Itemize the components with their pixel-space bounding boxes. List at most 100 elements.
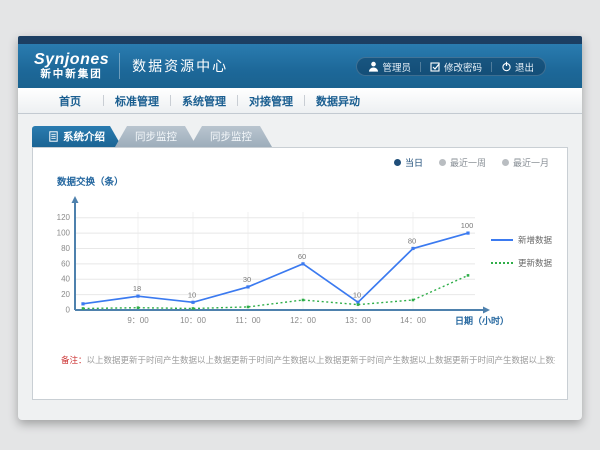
radio-last-month[interactable]: 最近一月: [502, 156, 549, 169]
tab-label: 同步监控: [135, 129, 177, 144]
data-point: [301, 262, 304, 265]
app-header: Synjones 新中新集团 数据资源中心 管理员 修改密码: [18, 44, 582, 88]
y-tick-label: 120: [57, 213, 71, 222]
tab-label: 同步监控: [210, 129, 252, 144]
data-point: [467, 274, 470, 277]
radio-label: 当日: [405, 156, 423, 169]
tab-sync-monitor-1[interactable]: 同步监控: [115, 126, 197, 147]
app-window: Synjones 新中新集团 数据资源中心 管理员 修改密码: [18, 36, 582, 420]
header-divider: [119, 53, 120, 79]
data-point: [246, 285, 249, 288]
toolbar-separator: [420, 62, 421, 72]
data-point-label: 10: [188, 290, 196, 299]
y-tick-label: 20: [61, 290, 70, 299]
main-nav: 首页 标准管理 系统管理 对接管理 数据异动: [18, 88, 582, 114]
data-point-label: 60: [298, 252, 306, 261]
data-point: [136, 295, 139, 298]
toolbar-separator: [491, 62, 492, 72]
current-user-label: 管理员: [382, 60, 411, 74]
logo-company-name: 新中新集团: [34, 69, 109, 81]
legend-item-update-data[interactable]: 更新数据: [491, 257, 563, 269]
x-axis-arrow-icon: [483, 307, 490, 314]
nav-item-interface-mgmt[interactable]: 对接管理: [245, 93, 297, 109]
tab-system-intro[interactable]: 系统介绍: [32, 126, 122, 147]
data-point: [411, 247, 414, 250]
y-tick-label: 0: [66, 306, 71, 315]
data-point-label: 80: [408, 236, 416, 245]
radio-last-week[interactable]: 最近一周: [439, 156, 486, 169]
nav-separator: [304, 95, 305, 106]
footnote-text: 以上数据更新于时间产生数据以上数据更新于时间产生数据以上数据更新于时间产生数据以…: [87, 355, 555, 365]
radio-dot-icon: [502, 159, 509, 166]
y-tick-label: 40: [61, 275, 70, 284]
y-tick-label: 60: [61, 259, 70, 268]
data-point: [137, 306, 140, 309]
data-point: [357, 303, 360, 306]
edit-icon: [430, 61, 441, 72]
document-icon: [49, 131, 58, 142]
x-tick-label: 11：00: [235, 316, 261, 325]
radio-dot-icon: [394, 159, 401, 166]
time-filter-group: 当日 最近一周 最近一月: [394, 156, 549, 169]
power-icon: [501, 61, 512, 72]
legend-label: 新增数据: [518, 234, 552, 246]
data-point: [82, 307, 85, 310]
footnote: 备注：以上数据更新于时间产生数据以上数据更新于时间产生数据以上数据更新于时间产生…: [61, 355, 555, 367]
data-point-label: 30: [243, 275, 251, 284]
radio-label: 最近一周: [450, 156, 486, 169]
content-area: 系统介绍 同步监控 同步监控 当日 最近一周: [18, 114, 582, 420]
data-point: [192, 307, 195, 310]
x-tick-label: 12：00: [290, 316, 316, 325]
tab-bar: 系统介绍 同步监控 同步监控: [32, 126, 272, 147]
y-tick-label: 80: [61, 244, 70, 253]
nav-separator: [237, 95, 238, 106]
radio-dot-icon: [439, 159, 446, 166]
data-point: [247, 306, 250, 309]
data-point-label: 100: [461, 221, 474, 230]
chart-legend: 新增数据 更新数据: [491, 234, 563, 280]
line-chart: 0 20 40 60 80 100 120 9：00 10：00 11：00 12：00 13：00 1…: [39, 188, 511, 340]
legend-label: 更新数据: [518, 257, 552, 269]
x-axis-label: 日期（小时）: [455, 315, 509, 326]
logout-label: 退出: [515, 60, 534, 74]
nav-item-data-change[interactable]: 数据异动: [312, 93, 364, 109]
tab-label: 系统介绍: [63, 129, 105, 144]
nav-item-standard-mgmt[interactable]: 标准管理: [111, 93, 163, 109]
user-toolbar: 管理员 修改密码 退出: [356, 57, 546, 76]
company-logo: Synjones 新中新集团: [34, 51, 109, 80]
y-axis-label: 数据交换（条）: [57, 174, 124, 188]
user-icon: [368, 61, 379, 72]
tab-sync-monitor-2[interactable]: 同步监控: [190, 126, 272, 147]
data-point: [412, 299, 415, 302]
data-point-label: 10: [353, 290, 361, 299]
nav-item-system-mgmt[interactable]: 系统管理: [178, 93, 230, 109]
data-point: [191, 301, 194, 304]
data-point-label: 18: [133, 284, 141, 293]
logo-brand-text: Synjones: [34, 51, 109, 69]
nav-separator: [170, 95, 171, 106]
x-tick-label: 13：00: [345, 316, 371, 325]
logout-button[interactable]: 退出: [501, 60, 534, 74]
x-tick-label: 14：00: [400, 316, 426, 325]
data-point: [302, 299, 305, 302]
change-password-label: 修改密码: [444, 60, 482, 74]
page-title: 数据资源中心: [132, 56, 228, 76]
radio-today[interactable]: 当日: [394, 156, 423, 169]
x-tick-label: 10：00: [180, 316, 206, 325]
legend-item-new-data[interactable]: 新增数据: [491, 234, 563, 246]
nav-item-home[interactable]: 首页: [44, 93, 96, 109]
y-tick-label: 100: [57, 229, 71, 238]
current-user-button[interactable]: 管理员: [368, 60, 411, 74]
legend-line-dotted-icon: [491, 262, 513, 264]
radio-label: 最近一月: [513, 156, 549, 169]
nav-separator: [103, 95, 104, 106]
change-password-button[interactable]: 修改密码: [430, 60, 482, 74]
x-tick-label: 9：00: [127, 316, 149, 325]
y-axis-arrow-icon: [72, 196, 79, 203]
header-top-strip: [18, 36, 582, 44]
chart-panel: 当日 最近一周 最近一月 数据交换（条） 0 20 40 60 80 100 120 9：00…: [32, 147, 568, 400]
footnote-prefix: 备注：: [61, 355, 87, 365]
legend-line-solid-icon: [491, 239, 513, 241]
data-point: [81, 302, 84, 305]
data-point: [466, 231, 469, 234]
